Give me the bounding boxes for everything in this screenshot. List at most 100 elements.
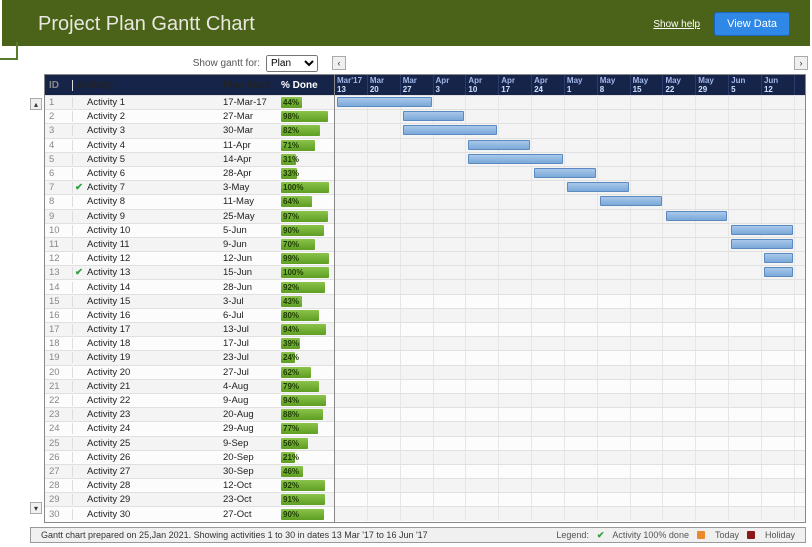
gantt-bar[interactable] — [337, 97, 432, 107]
gantt-bar[interactable] — [764, 253, 793, 263]
table-row[interactable]: 12Activity 1212-Jun99% — [45, 251, 334, 265]
timeline-col: Mar'1713 — [335, 75, 368, 95]
table-row[interactable]: 25Activity 259-Sep56% — [45, 436, 334, 450]
legend-holiday-swatch — [747, 531, 755, 539]
table-row[interactable]: 29Activity 2923-Oct91% — [45, 492, 334, 506]
table-row[interactable]: 30Activity 3027-Oct90% — [45, 506, 334, 520]
timeline-prev-button[interactable]: ‹ — [332, 56, 346, 70]
gantt-row — [335, 265, 805, 279]
table-row[interactable]: 6Activity 628-Apr33% — [45, 166, 334, 180]
timeline-col: May1 — [565, 75, 598, 95]
cell-pct-done: 100% — [281, 267, 331, 278]
legend-done-label: Activity 100% done — [612, 530, 689, 540]
show-gantt-select[interactable]: Plan — [266, 55, 318, 72]
show-gantt-label: Show gantt for: — [193, 58, 260, 69]
gantt-bar[interactable] — [567, 182, 629, 192]
timeline-next-button[interactable]: › — [794, 56, 808, 70]
gantt-bar[interactable] — [731, 225, 793, 235]
cell-plan-start: 3-Jul — [223, 296, 281, 307]
gantt-row — [335, 294, 805, 308]
table-row[interactable]: 17Activity 1713-Jul94% — [45, 322, 334, 336]
cell-id: 16 — [45, 310, 73, 321]
table-row[interactable]: 19Activity 1923-Jul24% — [45, 350, 334, 364]
table-row[interactable]: 7✔Activity 73-May100% — [45, 180, 334, 194]
cell-pct-done: 90% — [281, 509, 331, 520]
table-row[interactable]: 13✔Activity 1315-Jun100% — [45, 265, 334, 279]
cell-id: 29 — [45, 494, 73, 505]
table-row[interactable]: 8Activity 811-May64% — [45, 194, 334, 208]
gantt-row — [335, 209, 805, 223]
cell-plan-start: 9-Aug — [223, 395, 281, 406]
cell-pct-done: 43% — [281, 296, 331, 307]
cell-pct-done: 71% — [281, 140, 331, 151]
table-row[interactable]: 24Activity 2429-Aug77% — [45, 421, 334, 435]
scroll-up-button[interactable]: ▴ — [30, 98, 42, 110]
check-icon: ✔ — [597, 530, 605, 541]
gantt-bar[interactable] — [666, 211, 728, 221]
table-row[interactable]: 4Activity 411-Apr71% — [45, 138, 334, 152]
gantt-bar[interactable] — [403, 125, 498, 135]
table-row[interactable]: 11Activity 119-Jun70% — [45, 237, 334, 251]
activity-table: ID Activity Plan Start % Done 1Activity … — [44, 74, 334, 523]
table-row[interactable]: 22Activity 229-Aug94% — [45, 393, 334, 407]
gantt-bar[interactable] — [764, 267, 793, 277]
cell-plan-start: 12-Oct — [223, 480, 281, 491]
table-row[interactable]: 15Activity 153-Jul43% — [45, 294, 334, 308]
table-row[interactable]: 9Activity 925-May97% — [45, 209, 334, 223]
cell-pct-done: 70% — [281, 239, 331, 250]
table-row[interactable]: 18Activity 1817-Jul39% — [45, 336, 334, 350]
gantt-bar[interactable] — [468, 154, 563, 164]
toolbar: Show gantt for: Plan ‹ › — [0, 52, 812, 74]
show-help-link[interactable]: Show help — [653, 19, 700, 30]
gantt-bar[interactable] — [731, 239, 793, 249]
cell-activity: Activity 15 — [73, 296, 223, 307]
table-row[interactable]: 1Activity 117-Mar-1744% — [45, 95, 334, 109]
table-row[interactable]: 14Activity 1428-Jun92% — [45, 279, 334, 293]
cell-activity: Activity 17 — [73, 324, 223, 335]
cell-plan-start: 14-Apr — [223, 154, 281, 165]
scroll-down-button[interactable]: ▾ — [30, 502, 42, 514]
gantt-row — [335, 379, 805, 393]
cell-activity: Activity 14 — [73, 282, 223, 293]
cell-pct-done: 21% — [281, 452, 331, 463]
cell-pct-done: 94% — [281, 395, 331, 406]
table-row[interactable]: 3Activity 330-Mar82% — [45, 123, 334, 137]
cell-plan-start: 15-Jun — [223, 267, 281, 278]
gantt-bar[interactable] — [534, 168, 596, 178]
cell-plan-start: 6-Jul — [223, 310, 281, 321]
table-row[interactable]: 27Activity 2730-Sep46% — [45, 464, 334, 478]
table-row[interactable]: 16Activity 166-Jul80% — [45, 308, 334, 322]
gantt-row — [335, 393, 805, 407]
table-row[interactable]: 2Activity 227-Mar98% — [45, 109, 334, 123]
cell-pct-done: 88% — [281, 409, 331, 420]
view-data-button[interactable]: View Data — [714, 12, 790, 36]
table-row[interactable]: 20Activity 2027-Jul62% — [45, 365, 334, 379]
timeline-col: Jun5 — [729, 75, 762, 95]
cell-id: 23 — [45, 409, 73, 420]
cell-pct-done: 62% — [281, 367, 331, 378]
timeline-col: Mar27 — [401, 75, 434, 95]
cell-pct-done: 77% — [281, 423, 331, 434]
table-row[interactable]: 21Activity 214-Aug79% — [45, 379, 334, 393]
table-row[interactable]: 28Activity 2812-Oct92% — [45, 478, 334, 492]
gantt-bar[interactable] — [600, 196, 662, 206]
table-row[interactable]: 10Activity 105-Jun90% — [45, 223, 334, 237]
cell-activity: Activity 2 — [73, 111, 223, 122]
timeline-col: Jun12 — [762, 75, 795, 95]
cell-pct-done: 100% — [281, 182, 331, 193]
gantt-bar[interactable] — [403, 111, 465, 121]
gantt-row — [335, 152, 805, 166]
table-row[interactable]: 23Activity 2320-Aug88% — [45, 407, 334, 421]
timeline-col: Apr17 — [499, 75, 532, 95]
cell-id: 20 — [45, 367, 73, 378]
table-row[interactable]: 26Activity 2620-Sep21% — [45, 450, 334, 464]
col-plan-start: Plan Start — [223, 80, 281, 91]
gantt-bar[interactable] — [468, 140, 530, 150]
cell-activity: Activity 3 — [73, 125, 223, 136]
timeline-col: Apr24 — [532, 75, 565, 95]
cell-pct-done: 79% — [281, 381, 331, 392]
cell-activity: Activity 18 — [73, 338, 223, 349]
cell-activity: Activity 21 — [73, 381, 223, 392]
cell-pct-done: 97% — [281, 211, 331, 222]
table-row[interactable]: 5Activity 514-Apr31% — [45, 152, 334, 166]
